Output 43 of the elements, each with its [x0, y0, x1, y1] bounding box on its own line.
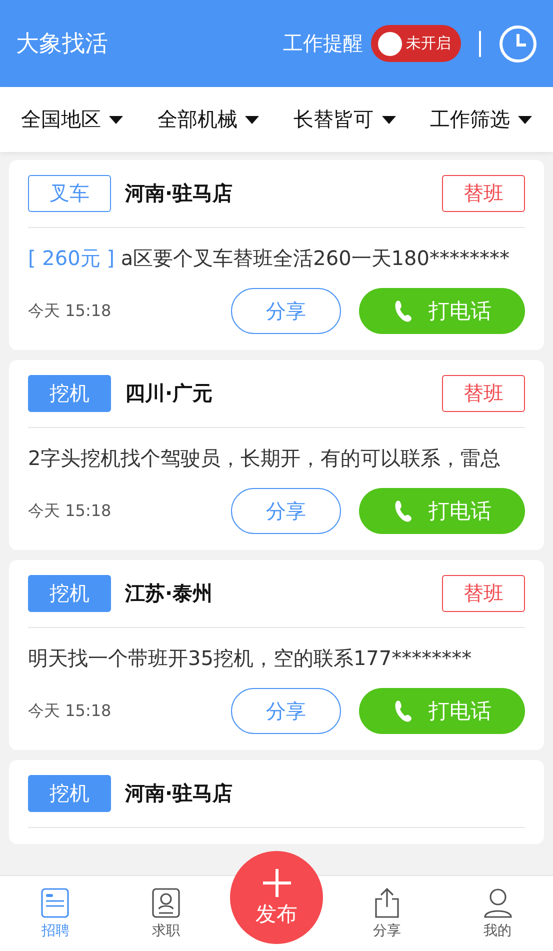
caret-icon [518, 114, 532, 124]
caret-icon [109, 114, 124, 124]
caret-icon [245, 114, 260, 124]
share-button[interactable]: 分享 [231, 288, 341, 334]
user-icon [482, 888, 513, 918]
document-icon [40, 888, 70, 918]
phone-icon [392, 500, 412, 522]
phone-icon [392, 700, 412, 722]
plus-icon [262, 868, 292, 898]
location: 四川·广元 [125, 380, 214, 407]
location: 河南·驻马店 [125, 780, 234, 807]
machine-tag: 挖机 [28, 775, 111, 812]
job-description: 明天找一个带班开35挖机，空的联系177******** [28, 645, 473, 672]
machine-tag: 挖机 [28, 575, 111, 612]
job-description: 2字头挖机找个驾驶员，长期开，有的可以联系，雷总 [28, 445, 502, 472]
nav-tab[interactable]: 分享 [332, 876, 442, 951]
filter-dropdown[interactable]: 全部机械 [157, 106, 260, 133]
machine-tag: 挖机 [28, 375, 111, 412]
app-title: 大象找活 [16, 30, 109, 59]
location: 河南·驻马店 [125, 180, 234, 207]
shift-badge: 替班 [442, 175, 525, 212]
post-time: 今天 15:18 [28, 700, 112, 722]
shift-badge: 替班 [442, 575, 525, 612]
machine-tag: 叉车 [28, 175, 111, 212]
reminder-toggle[interactable]: 未开启 [371, 25, 461, 62]
nav-tab[interactable]: 招聘 [0, 876, 111, 951]
filter-dropdown[interactable]: 全国地区 [21, 106, 124, 133]
post-time: 今天 15:18 [28, 300, 112, 322]
nav-tab[interactable]: 求职 [110, 876, 222, 951]
job-description: [ 260元 ] a区要个叉车替班全活260一天180******** [28, 245, 510, 272]
reminder-label: 工作提醒 [283, 30, 363, 57]
post-time: 今天 15:18 [28, 500, 112, 522]
phone-icon [392, 300, 412, 322]
share-button[interactable]: 分享 [231, 488, 341, 534]
filter-dropdown[interactable]: 长替皆可 [294, 106, 396, 133]
contact-card-icon [151, 888, 182, 918]
shift-badge: 替班 [442, 375, 525, 412]
nav-tab[interactable]: 我的 [442, 876, 553, 951]
filter-dropdown[interactable]: 工作筛选 [430, 106, 532, 133]
location: 江苏·泰州 [125, 580, 214, 607]
share-button[interactable]: 分享 [231, 688, 341, 734]
caret-icon [382, 114, 396, 124]
clock-icon[interactable] [499, 24, 537, 62]
